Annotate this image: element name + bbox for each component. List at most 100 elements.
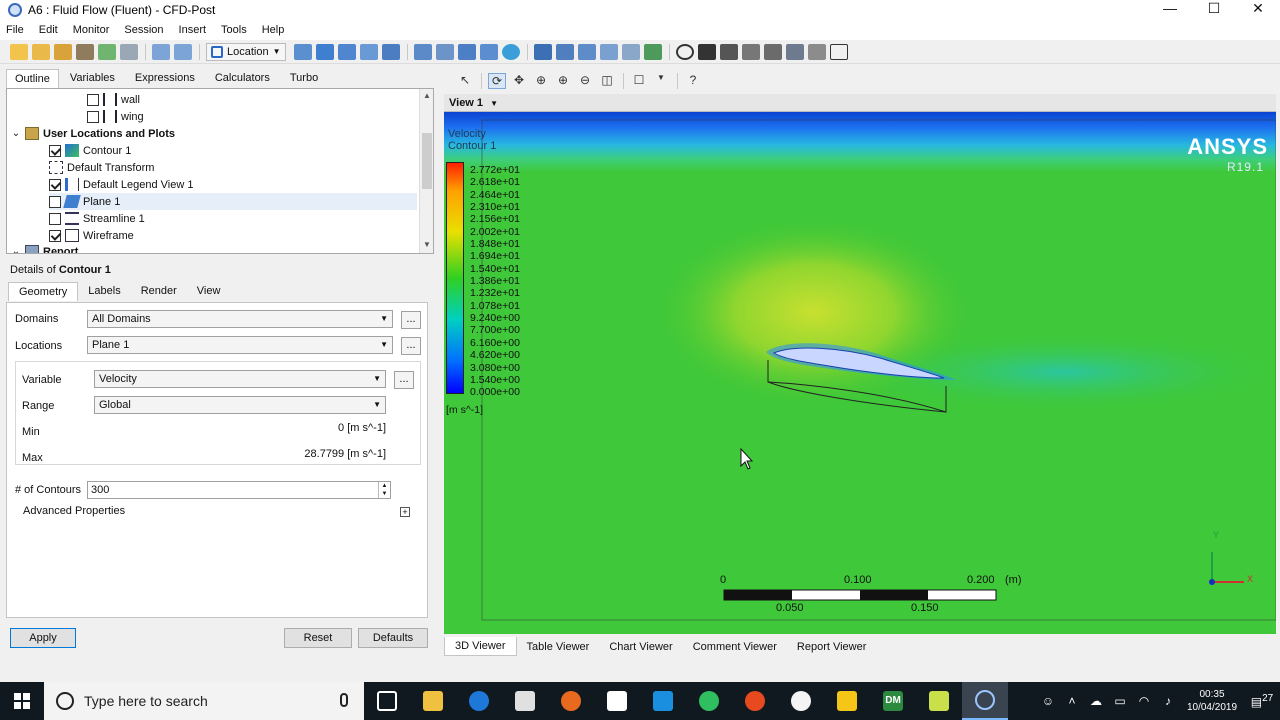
- tab-chart-viewer[interactable]: Chart Viewer: [599, 638, 682, 656]
- mesh-calculator-icon[interactable]: [807, 43, 826, 60]
- save-state-icon[interactable]: [54, 43, 72, 60]
- legend-checkbox[interactable]: [49, 178, 61, 191]
- wall-checkbox[interactable]: [87, 93, 99, 106]
- range-select[interactable]: Global ▼: [94, 396, 386, 414]
- pan-icon[interactable]: ✥: [510, 73, 528, 89]
- task-view-icon[interactable]: [364, 682, 410, 720]
- timestep-clock-icon[interactable]: [675, 43, 694, 60]
- network-icon[interactable]: ☁: [1084, 694, 1108, 708]
- menu-tools[interactable]: Tools: [221, 24, 247, 36]
- 3d-viewport[interactable]: Velocity Contour 1 2.772e+01 2.618e+01 2…: [444, 112, 1276, 634]
- advanced-properties-label[interactable]: Advanced Properties: [23, 505, 125, 517]
- maximize-button[interactable]: ☐: [1192, 0, 1236, 20]
- tab-comment-viewer[interactable]: Comment Viewer: [683, 638, 787, 656]
- tree-item-report[interactable]: ⌄ Report: [11, 243, 78, 253]
- legend-icon[interactable]: [457, 43, 476, 60]
- load-results-icon[interactable]: [32, 43, 50, 60]
- menu-insert[interactable]: Insert: [179, 24, 207, 36]
- firefox-icon[interactable]: [548, 682, 594, 720]
- quick-editor-icon[interactable]: [719, 43, 738, 60]
- viewport-layout-icon[interactable]: ☐: [630, 73, 648, 89]
- menu-edit[interactable]: Edit: [39, 24, 58, 36]
- scroll-up-icon[interactable]: ▲: [420, 91, 433, 100]
- table-icon[interactable]: [577, 43, 596, 60]
- view-header[interactable]: View 1 ▼: [444, 94, 1276, 112]
- help-pointer-icon[interactable]: ?: [684, 73, 702, 89]
- animation-icon[interactable]: [697, 43, 716, 60]
- camera-app-icon[interactable]: [640, 682, 686, 720]
- undo-icon[interactable]: [152, 43, 170, 60]
- color-map-icon[interactable]: [501, 43, 520, 60]
- close-results-icon[interactable]: [76, 43, 94, 60]
- expression-icon[interactable]: [555, 43, 574, 60]
- coordinate-frame-icon[interactable]: [435, 43, 454, 60]
- locations-select[interactable]: Plane 1 ▼: [87, 336, 393, 354]
- tree-item-wall[interactable]: wall: [87, 91, 140, 108]
- instance-transform-icon[interactable]: [479, 43, 498, 60]
- microphone-icon[interactable]: [340, 693, 348, 707]
- tab-view[interactable]: View: [187, 282, 231, 301]
- edge-browser-icon[interactable]: [456, 682, 502, 720]
- menu-file[interactable]: File: [6, 24, 24, 36]
- rotate-icon[interactable]: ⟳: [488, 73, 506, 89]
- design-modeler-icon[interactable]: DM: [870, 682, 916, 720]
- people-icon[interactable]: ☺: [1036, 694, 1060, 708]
- cfd-post-taskbar-icon[interactable]: [962, 682, 1008, 720]
- menu-help[interactable]: Help: [262, 24, 285, 36]
- minimize-button[interactable]: —: [1148, 0, 1192, 20]
- battery-icon[interactable]: ▭: [1108, 694, 1132, 708]
- tree-scrollbar[interactable]: ▲ ▼: [419, 89, 433, 253]
- contour-1-checkbox[interactable]: [49, 144, 61, 157]
- taskbar-clock[interactable]: 00:35 10/04/2019: [1180, 688, 1244, 714]
- zoom-box-icon[interactable]: ⊕: [554, 73, 572, 89]
- domains-select[interactable]: All Domains ▼: [87, 310, 393, 328]
- variable-select[interactable]: Velocity ▼: [94, 370, 386, 388]
- menu-session[interactable]: Session: [124, 24, 163, 36]
- streamline-icon[interactable]: [337, 43, 356, 60]
- mail-icon[interactable]: [594, 682, 640, 720]
- particle-track-icon[interactable]: [381, 43, 400, 60]
- zoom-fit-icon[interactable]: ⊖: [576, 73, 594, 89]
- scroll-down-icon[interactable]: ▼: [420, 240, 433, 249]
- tab-labels[interactable]: Labels: [78, 282, 130, 301]
- vector-icon[interactable]: [293, 43, 312, 60]
- itunes-icon[interactable]: [778, 682, 824, 720]
- comment-icon[interactable]: [621, 43, 640, 60]
- print-icon[interactable]: [120, 43, 138, 60]
- chevron-up-icon[interactable]: ˄: [1060, 694, 1084, 708]
- probe-icon[interactable]: [741, 43, 760, 60]
- locations-more-button[interactable]: ...: [401, 337, 421, 355]
- whatsapp-icon[interactable]: [686, 682, 732, 720]
- select-pointer-icon[interactable]: ↖: [456, 73, 474, 89]
- collapse-icon[interactable]: ⌄: [11, 246, 21, 253]
- tab-3d-viewer[interactable]: 3D Viewer: [444, 637, 517, 656]
- tab-table-viewer[interactable]: Table Viewer: [517, 638, 600, 656]
- tree-item-default-transform[interactable]: Default Transform: [49, 159, 154, 176]
- fluent-icon[interactable]: [916, 682, 962, 720]
- file-explorer-icon[interactable]: [410, 682, 456, 720]
- volume-rendering-icon[interactable]: [359, 43, 378, 60]
- scrollbar-thumb[interactable]: [422, 133, 432, 189]
- variable-more-button[interactable]: ...: [394, 371, 414, 389]
- redo-icon[interactable]: [174, 43, 192, 60]
- apply-button[interactable]: Apply: [10, 628, 76, 648]
- figure-icon[interactable]: [643, 43, 662, 60]
- load-state-icon[interactable]: [10, 43, 28, 60]
- tab-calculators[interactable]: Calculators: [206, 68, 279, 88]
- tree-item-user-locations[interactable]: ⌄ User Locations and Plots: [11, 125, 175, 142]
- expand-plus-icon[interactable]: +: [400, 507, 410, 517]
- chevron-down-icon[interactable]: ▼: [652, 73, 670, 89]
- plane-1-checkbox[interactable]: [49, 195, 61, 208]
- contour-icon[interactable]: [315, 43, 334, 60]
- text-icon[interactable]: [413, 43, 432, 60]
- wifi-icon[interactable]: ◠: [1132, 694, 1156, 708]
- contours-spinner[interactable]: ▲ ▼: [378, 482, 390, 498]
- tab-turbo[interactable]: Turbo: [281, 68, 327, 88]
- tree-item-streamline-1[interactable]: Streamline 1: [49, 210, 145, 227]
- macro-calculator-icon[interactable]: [785, 43, 804, 60]
- menu-monitor[interactable]: Monitor: [73, 24, 110, 36]
- close-button[interactable]: ✕: [1236, 0, 1280, 20]
- tree-item-contour-1[interactable]: Contour 1: [49, 142, 131, 159]
- store-icon[interactable]: [502, 682, 548, 720]
- tab-outline[interactable]: Outline: [6, 69, 59, 88]
